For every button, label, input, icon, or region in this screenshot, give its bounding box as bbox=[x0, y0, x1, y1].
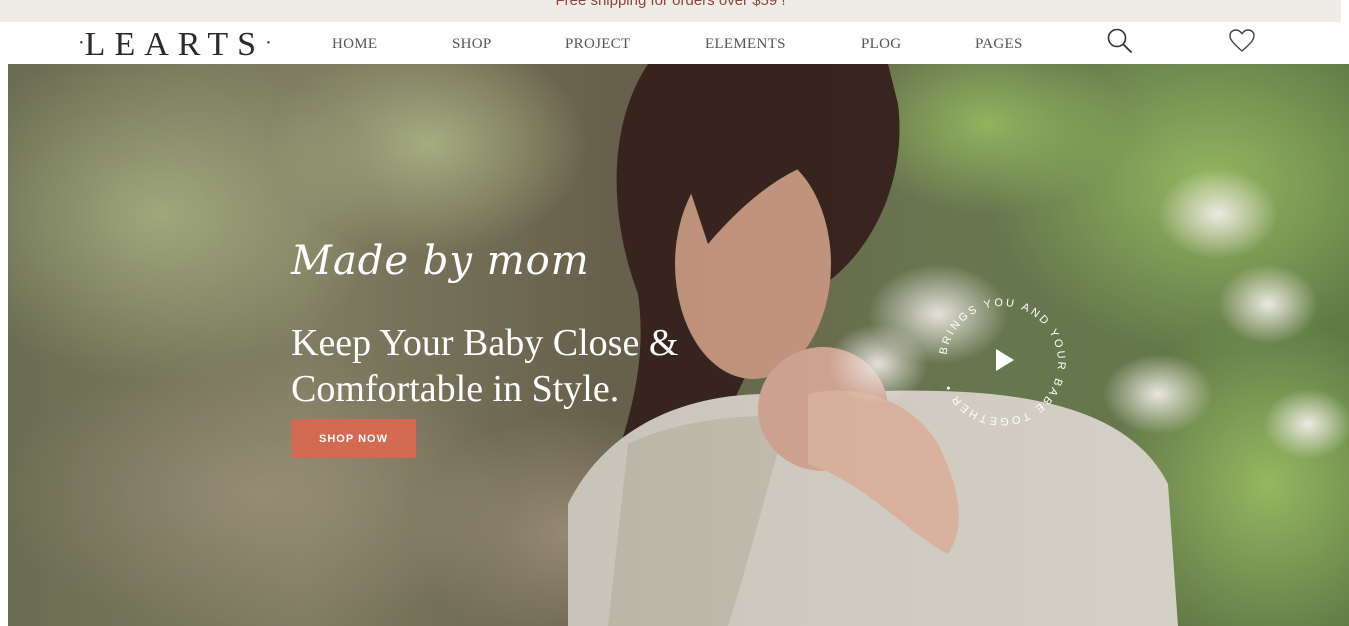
heart-icon[interactable] bbox=[1228, 28, 1256, 59]
search-icon[interactable] bbox=[1106, 27, 1134, 60]
nav-item-home[interactable]: HOME bbox=[332, 36, 377, 53]
hero-tagline: Made by mom bbox=[291, 238, 590, 284]
logo-dot-left: · bbox=[78, 32, 85, 54]
nav-item-shop[interactable]: SHOP bbox=[452, 36, 492, 53]
logo[interactable]: ·LEARTS· bbox=[78, 24, 272, 64]
hero-headline-line-1: Keep Your Baby Close & bbox=[291, 322, 679, 364]
nav-item-project[interactable]: PROJECT bbox=[565, 36, 630, 53]
nav-item-plog[interactable]: PLOG bbox=[861, 36, 901, 53]
main-navbar: ·LEARTS· HOME SHOP PROJECT ELEMENTS PLOG… bbox=[8, 22, 1341, 64]
hero-banner: Made by mom Keep Your Baby Close & Comfo… bbox=[8, 64, 1349, 626]
announcement-bar: Free shipping for orders over $59 ! bbox=[0, 0, 1341, 22]
logo-dot-right: · bbox=[265, 32, 272, 54]
hero-headline-line-2: Comfortable in Style. bbox=[291, 368, 620, 410]
nav-item-pages[interactable]: PAGES bbox=[975, 36, 1023, 53]
play-video-badge[interactable]: BRINGS YOU AND YOUR BABE TOGETHER • bbox=[930, 290, 1074, 434]
announcement-text: Free shipping for orders over $59 ! bbox=[555, 0, 786, 9]
nav-item-elements[interactable]: ELEMENTS bbox=[705, 36, 786, 53]
logo-text: LEARTS bbox=[84, 26, 266, 63]
play-icon[interactable] bbox=[996, 349, 1014, 371]
shop-now-button[interactable]: SHOP NOW bbox=[291, 419, 416, 458]
hero-headline: Keep Your Baby Close & Comfortable in St… bbox=[291, 320, 761, 412]
